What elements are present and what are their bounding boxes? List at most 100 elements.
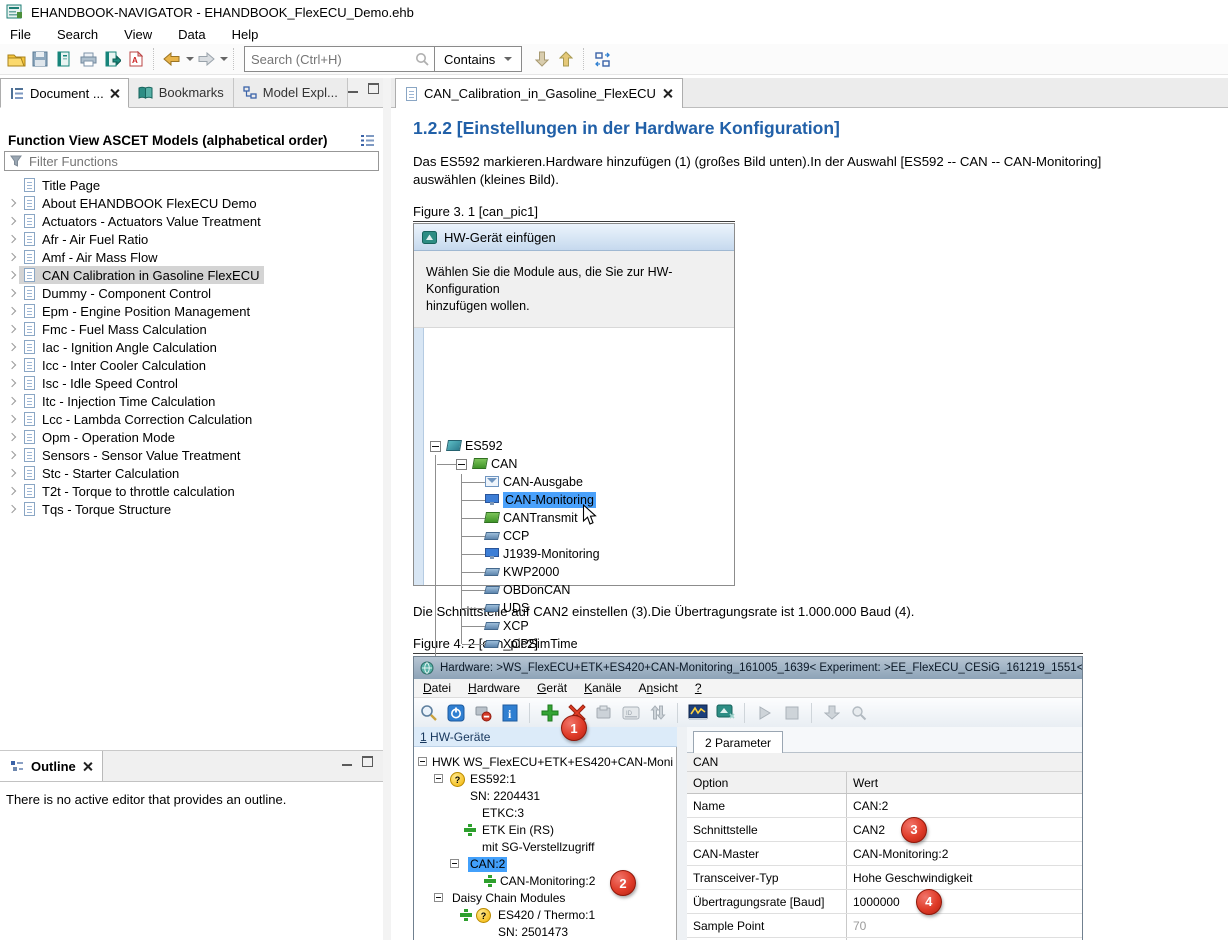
forward-button[interactable] (194, 47, 218, 71)
chevron-right-icon[interactable] (7, 197, 19, 209)
open-handbook-button[interactable] (52, 47, 76, 71)
close-icon[interactable] (110, 89, 119, 98)
titlebar: EHANDBOOK-NAVIGATOR - EHANDBOOK_FlexECU_… (0, 0, 1228, 24)
tree-item[interactable]: T2t - Torque to throttle calculation (0, 482, 383, 500)
back-button[interactable] (160, 47, 184, 71)
chevron-right-icon[interactable] (7, 431, 19, 443)
tree-item-inner: T2t - Torque to throttle calculation (19, 482, 240, 500)
print-button[interactable] (76, 47, 100, 71)
tree-item[interactable]: About EHANDBOOK FlexECU Demo (0, 194, 383, 212)
document-icon (24, 304, 35, 318)
tree-item[interactable]: Title Page (0, 176, 383, 194)
chevron-right-icon[interactable] (7, 413, 19, 425)
table-header-row: OptionWert (687, 772, 1082, 794)
figure2-menu-item: Datei (423, 681, 451, 695)
value-cell: CAN23 (847, 818, 1082, 841)
tree-item[interactable]: Fmc - Fuel Mass Calculation (0, 320, 383, 338)
menu-help[interactable]: Help (232, 27, 259, 42)
chevron-right-icon[interactable] (7, 395, 19, 407)
maximize-icon[interactable] (362, 756, 373, 767)
tree-item[interactable]: Actuators - Actuators Value Treatment (0, 212, 383, 230)
tree-item[interactable]: Iac - Ignition Angle Calculation (0, 338, 383, 356)
tab-can-calibration[interactable]: CAN_Calibration_in_Gasoline_FlexECU (395, 78, 683, 108)
chevron-right-icon[interactable] (7, 287, 19, 299)
collapse-icon (418, 757, 427, 766)
tree-item[interactable]: Icc - Inter Cooler Calculation (0, 356, 383, 374)
view-menu-icon[interactable] (360, 134, 375, 147)
menu-file[interactable]: File (10, 27, 31, 42)
collapse-icon (456, 459, 467, 470)
figure2-window-title: Hardware: >WS_FlexECU+ETK+ES420+CAN-Moni… (440, 662, 1082, 674)
chevron-right-icon[interactable] (7, 341, 19, 353)
editor-tabbar: CAN_Calibration_in_Gasoline_FlexECU (391, 78, 1228, 108)
search-icon (415, 52, 434, 66)
chevron-right-icon[interactable] (7, 449, 19, 461)
mouse-cursor-icon (582, 504, 597, 526)
save-button[interactable] (28, 47, 52, 71)
search-mode-dropdown[interactable]: Contains (434, 47, 521, 71)
sync-structure-button[interactable] (590, 47, 614, 71)
chevron-right-icon[interactable] (7, 467, 19, 479)
package-icon (594, 703, 614, 723)
filter-box (4, 151, 379, 171)
value-cell: 70 (847, 914, 1082, 937)
tree-item-label: Opm - Operation Mode (42, 430, 175, 445)
step-badge-2: 2 (610, 870, 636, 896)
panel-splitter[interactable] (383, 78, 391, 940)
green-plus-icon (464, 824, 476, 836)
export-handbook-button[interactable] (100, 47, 124, 71)
tab-outline[interactable]: Outline (0, 751, 103, 781)
module-tree-label: J1939-Monitoring (503, 546, 600, 562)
minimize-icon[interactable] (342, 756, 352, 766)
tree-item[interactable]: Opm - Operation Mode (0, 428, 383, 446)
chevron-right-icon[interactable] (7, 215, 19, 227)
previous-match-button[interactable] (554, 47, 578, 71)
menu-view[interactable]: View (124, 27, 152, 42)
chevron-right-icon[interactable] (7, 233, 19, 245)
left-panel-tabbar: Document ...BookmarksModel Expl... (0, 78, 383, 108)
figure1-instruction: Wählen Sie die Module aus, die Sie zur H… (414, 251, 734, 327)
tree-item[interactable]: Stc - Starter Calculation (0, 464, 383, 482)
menu-search[interactable]: Search (57, 27, 98, 42)
tab-model-expl-[interactable]: Model Expl... (234, 78, 348, 107)
tree-item[interactable]: Epm - Engine Position Management (0, 302, 383, 320)
chevron-right-icon[interactable] (7, 251, 19, 263)
search-input[interactable] (245, 52, 415, 67)
tree-item[interactable]: Itc - Injection Time Calculation (0, 392, 383, 410)
export-pdf-button[interactable]: A (124, 47, 148, 71)
tree-item-inner: Amf - Air Mass Flow (19, 248, 163, 266)
menu-data[interactable]: Data (178, 27, 205, 42)
chevron-right-icon[interactable] (7, 305, 19, 317)
open-file-button[interactable] (4, 47, 28, 71)
figure1-dialog-title: HW-Gerät einfügen (444, 230, 556, 245)
tree-item[interactable]: CAN Calibration in Gasoline FlexECU (0, 266, 383, 284)
outline-tabbar: Outline (0, 750, 383, 782)
tree-item[interactable]: Afr - Air Fuel Ratio (0, 230, 383, 248)
tree-item[interactable]: Isc - Idle Speed Control (0, 374, 383, 392)
minimize-icon[interactable] (348, 83, 358, 93)
question-icon: ? (450, 772, 465, 787)
tree-item[interactable]: Amf - Air Mass Flow (0, 248, 383, 266)
chevron-right-icon[interactable] (7, 485, 19, 497)
forward-history-dropdown[interactable] (220, 57, 228, 61)
table-row: SchnittstelleCAN23 (687, 818, 1082, 842)
close-icon[interactable] (663, 89, 672, 98)
chevron-right-icon[interactable] (7, 503, 19, 515)
tree-item[interactable]: Tqs - Torque Structure (0, 500, 383, 518)
next-match-button[interactable] (530, 47, 554, 71)
document-icon (24, 250, 35, 264)
filter-functions-input[interactable] (27, 153, 378, 170)
tab-document-[interactable]: Document ... (0, 78, 129, 108)
close-icon[interactable] (83, 762, 92, 771)
tab-bookmarks[interactable]: Bookmarks (129, 78, 234, 107)
chevron-right-icon[interactable] (7, 377, 19, 389)
tree-item[interactable]: Sensors - Sensor Value Treatment (0, 446, 383, 464)
download-icon (822, 703, 842, 723)
maximize-icon[interactable] (368, 83, 379, 94)
chevron-right-icon[interactable] (7, 323, 19, 335)
chevron-right-icon[interactable] (7, 359, 19, 371)
chevron-right-icon[interactable] (7, 269, 19, 281)
tree-item[interactable]: Lcc - Lambda Correction Calculation (0, 410, 383, 428)
back-history-dropdown[interactable] (186, 57, 194, 61)
tree-item[interactable]: Dummy - Component Control (0, 284, 383, 302)
